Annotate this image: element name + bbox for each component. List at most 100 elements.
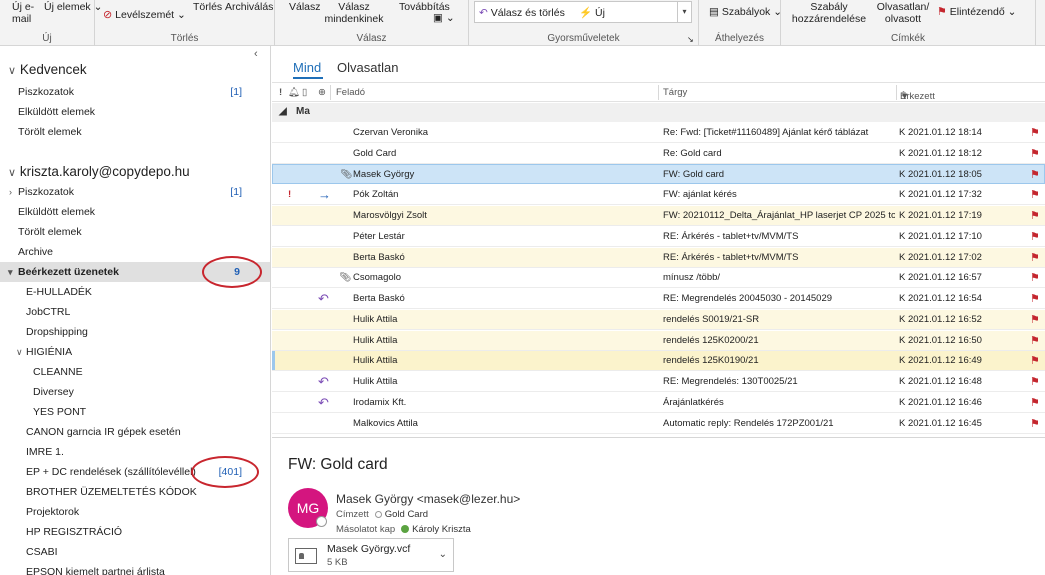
- new-items-button[interactable]: Új elemek ⌄: [44, 1, 102, 13]
- flag-icon[interactable]: ⚑: [1030, 351, 1040, 371]
- message-row[interactable]: Péter Lestár RE: Árkérés - tablet+tv/MVM…: [272, 227, 1045, 247]
- flag-icon[interactable]: ⚑: [1030, 372, 1040, 392]
- chevron-down-icon[interactable]: ⌄: [439, 549, 447, 560]
- folder-item-drafts[interactable]: › Piszkozatok [1]: [0, 182, 270, 202]
- flag-icon[interactable]: ⚑: [1030, 248, 1040, 268]
- icon-column-icon[interactable]: ▯: [302, 87, 307, 98]
- quick-steps-gallery[interactable]: ↶ Válasz és törlés ⚡ Új ▾: [474, 1, 692, 23]
- reply-button[interactable]: Válasz: [289, 1, 321, 13]
- message-row-selected[interactable]: 📎︎ Masek György FW: Gold card K 2021.01.…: [272, 164, 1045, 184]
- folder-item-deleted[interactable]: Törölt elemek: [0, 222, 270, 242]
- group-header-today[interactable]: ◢ Ma: [272, 103, 1045, 122]
- flag-icon[interactable]: ⚑: [1030, 310, 1040, 330]
- cc-label: Másolatot kap: [336, 524, 396, 535]
- more-respond-button[interactable]: ▣ ⌄: [433, 12, 455, 24]
- tab-underline: [293, 77, 323, 79]
- folder-item-diversey[interactable]: Diversey: [0, 382, 270, 402]
- favorite-item-drafts[interactable]: Piszkozatok [1]: [0, 82, 270, 102]
- account-header[interactable]: ∨ kriszta.karoly@copydepo.hu: [8, 164, 190, 179]
- favorite-item-sent[interactable]: Elküldött elemek: [0, 102, 270, 122]
- from-column-header[interactable]: Feladó: [336, 87, 365, 98]
- flag-icon[interactable]: ⚑: [1030, 185, 1040, 205]
- row-subject: RE: Árkérés - tablet+tv/MVM/TS: [663, 231, 799, 242]
- message-row[interactable]: Gold Card Re: Gold card K 2021.01.12 18:…: [272, 144, 1045, 164]
- message-row[interactable]: ↶ Berta Baskó RE: Megrendelés 20045030 -…: [272, 289, 1045, 309]
- rules-button[interactable]: ▤ Szabályok ⌄: [709, 6, 782, 18]
- ribbon-group-move: ▤ Szabályok ⌄ Áthelyezés: [699, 0, 782, 46]
- attachment-card[interactable]: Masek György.vcf 5 KB ⌄: [288, 538, 454, 572]
- reply-all-button[interactable]: Válasz mindenkinek: [319, 1, 389, 25]
- message-row[interactable]: ↶ Hulik Attila RE: Megrendelés: 130T0025…: [272, 372, 1045, 392]
- attachment-column-icon[interactable]: ⊕: [318, 87, 326, 98]
- quick-step-reply-delete-label: Válasz és törlés: [490, 7, 565, 19]
- message-row[interactable]: 📎︎ Csomagolo mínusz /több/ K 2021.01.12 …: [272, 268, 1045, 288]
- followup-button[interactable]: ⚑ Elintézendő ⌄: [937, 6, 1016, 18]
- quick-steps-scroll[interactable]: ▾: [677, 2, 691, 22]
- sender[interactable]: Masek György <masek@lezer.hu>: [336, 492, 520, 506]
- junk-button[interactable]: ⊘ Levélszemét ⌄: [103, 9, 186, 21]
- chevron-right-icon[interactable]: ›: [9, 182, 12, 202]
- folder-label: Piszkozatok: [18, 186, 75, 198]
- flag-icon[interactable]: ⚑: [1030, 227, 1040, 247]
- subject-column-header[interactable]: Tárgy: [663, 87, 687, 98]
- to-recipient[interactable]: Gold Card: [385, 509, 428, 520]
- chevron-down-icon[interactable]: ∨: [16, 342, 23, 362]
- folder-item-cleanne[interactable]: CLEANNE: [0, 362, 270, 382]
- unread-read-button[interactable]: Olvasatlan/ olvasott: [875, 1, 931, 25]
- new-email-button[interactable]: Új e-mail: [12, 1, 40, 25]
- chevron-down-icon[interactable]: ▾: [8, 262, 13, 282]
- row-subject: Re: Fwd: [Ticket#11160489] Ajánlat kérő …: [663, 127, 869, 138]
- quick-step-new[interactable]: ⚡ Új: [579, 7, 605, 19]
- assign-policy-button[interactable]: Szabály hozzárendelése: [789, 1, 869, 25]
- flag-icon[interactable]: ⚑: [1030, 268, 1040, 288]
- collapse-pane-icon[interactable]: ‹: [254, 48, 258, 60]
- favorite-item-deleted[interactable]: Törölt elemek: [0, 122, 270, 142]
- tab-all[interactable]: Mind: [293, 60, 321, 75]
- delete-button[interactable]: Törlés: [193, 1, 222, 13]
- folder-item-higienia[interactable]: ∨ HIGIÉNIA: [0, 342, 270, 362]
- message-row[interactable]: ↶ Irodamix Kft. Árajánlatkérés K 2021.01…: [272, 393, 1045, 413]
- ribbon-group-tags: Szabály hozzárendelése Olvasatlan/ olvas…: [781, 0, 1036, 46]
- folder-item-jobctrl[interactable]: JobCTRL: [0, 302, 270, 322]
- flag-icon[interactable]: ⚑: [1030, 206, 1040, 226]
- flag-icon[interactable]: ⚑: [1030, 289, 1040, 309]
- flag-icon[interactable]: ⚑: [1030, 165, 1040, 185]
- replied-icon: ↶: [318, 291, 329, 306]
- flag-icon[interactable]: ⚑: [1030, 393, 1040, 413]
- high-importance-icon: !: [288, 189, 292, 200]
- message-row[interactable]: Hulik Attila rendelés S0019/21-SR K 2021…: [272, 310, 1045, 330]
- flag-icon[interactable]: ⚑: [1030, 414, 1040, 434]
- message-row[interactable]: Czervan Veronika Re: Fwd: [Ticket#111604…: [272, 123, 1045, 143]
- folder-item-canon[interactable]: CANON garncia IR gépek esetén: [0, 422, 270, 442]
- folder-item-hp[interactable]: HP REGISZTRÁCIÓ: [0, 522, 270, 542]
- message-row[interactable]: Marosvölgyi Zsolt FW: 20210112_Delta_Ára…: [272, 206, 1045, 226]
- cc-recipient[interactable]: Károly Kriszta: [412, 524, 471, 535]
- tab-unread[interactable]: Olvasatlan: [337, 60, 398, 75]
- folder-label: Dropshipping: [26, 326, 88, 338]
- quick-step-reply-delete[interactable]: ↶ Válasz és törlés: [479, 7, 565, 19]
- folder-item-epson[interactable]: EPSON kiemelt partnei árlista: [0, 562, 270, 575]
- folder-item-sent[interactable]: Elküldött elemek: [0, 202, 270, 222]
- importance-column-icon[interactable]: !: [279, 87, 282, 98]
- replied-icon: ↶: [318, 374, 329, 389]
- flag-icon[interactable]: ⚑: [1030, 331, 1040, 351]
- reminder-column-icon[interactable]: 🔔︎: [288, 87, 300, 98]
- archive-button[interactable]: Archiválás: [225, 1, 273, 13]
- replied-icon: ↶: [318, 395, 329, 410]
- flag-icon[interactable]: ⚑: [1030, 123, 1040, 143]
- folder-item-projektorok[interactable]: Projektorok: [0, 502, 270, 522]
- folder-item-yes-pont[interactable]: YES PONT: [0, 402, 270, 422]
- message-row[interactable]: Malkovics Attila Automatic reply: Rendel…: [272, 414, 1045, 434]
- flag-icon[interactable]: ⚑: [1030, 144, 1040, 164]
- row-indicator: [272, 351, 275, 370]
- row-subject: rendelés S0019/21-SR: [663, 314, 760, 325]
- folder-label: BROTHER ÜZEMELTETÉS KÓDOK: [26, 486, 197, 498]
- favorites-header[interactable]: ∨ Kedvencek: [8, 62, 87, 77]
- message-row[interactable]: Hulik Attila rendelés 125K0200/21 K 2021…: [272, 331, 1045, 351]
- folder-item-dropshipping[interactable]: Dropshipping: [0, 322, 270, 342]
- row-from: Péter Lestár: [353, 231, 405, 242]
- message-row[interactable]: Hulik Attila rendelés 125K0190/21 K 2021…: [272, 351, 1045, 371]
- message-row[interactable]: ! → Pók Zoltán FW: ajánlat kérés K 2021.…: [272, 185, 1045, 205]
- message-row[interactable]: Berta Baskó RE: Árkérés - tablet+tv/MVM/…: [272, 248, 1045, 268]
- folder-item-csabi[interactable]: CSABI: [0, 542, 270, 562]
